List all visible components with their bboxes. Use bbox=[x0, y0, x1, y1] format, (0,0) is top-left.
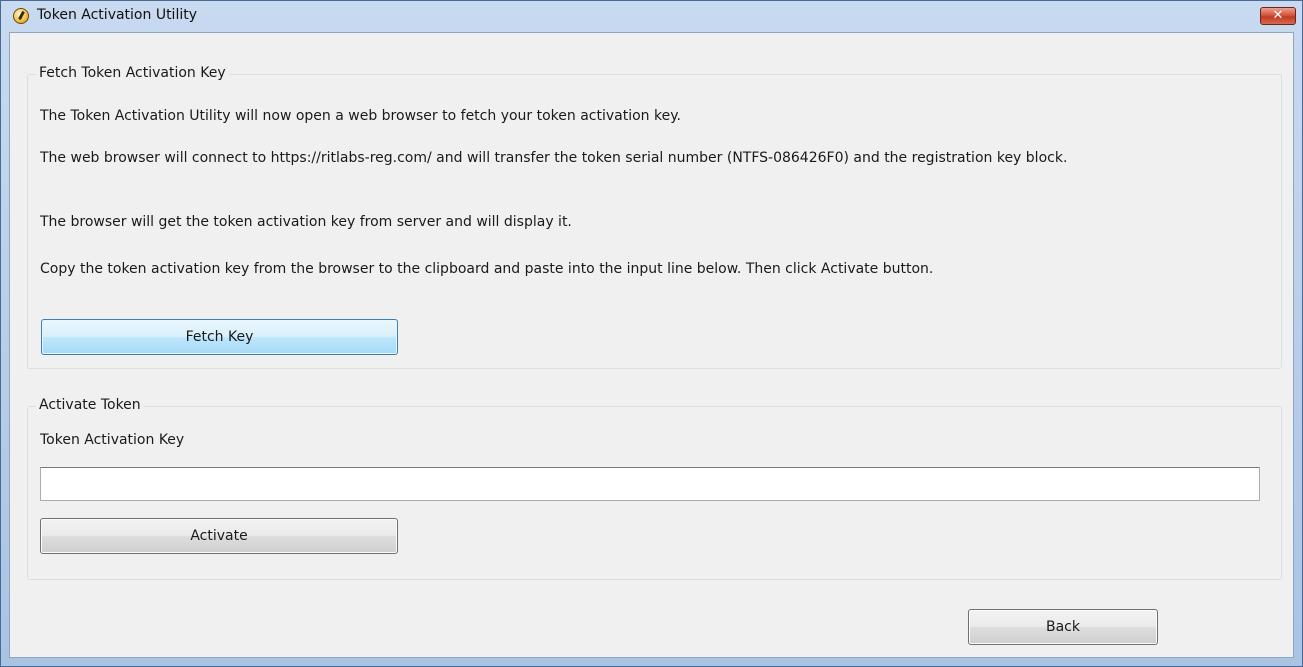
token-activation-key-input[interactable] bbox=[40, 467, 1260, 501]
token-activation-key-label: Token Activation Key bbox=[40, 432, 185, 448]
intro-paragraph: The Token Activation Utility will now op… bbox=[40, 108, 681, 124]
dialog-client-area: Fetch Token Activation Key The Token Act… bbox=[9, 32, 1294, 658]
back-button[interactable]: Back bbox=[968, 609, 1158, 645]
fetch-key-button[interactable]: Fetch Key bbox=[41, 319, 398, 355]
token-activation-window: Token Activation Utility ✕ Fetch Token A… bbox=[0, 0, 1303, 667]
activate-token-group: Activate Token Token Activation Key Acti… bbox=[27, 397, 1282, 580]
fetch-key-group-title: Fetch Token Activation Key bbox=[36, 65, 229, 81]
fetch-key-group: Fetch Token Activation Key The Token Act… bbox=[27, 65, 1282, 369]
display-paragraph: The browser will get the token activatio… bbox=[40, 214, 572, 230]
activate-button[interactable]: Activate bbox=[40, 518, 398, 554]
title-bar[interactable]: Token Activation Utility ✕ bbox=[1, 1, 1302, 32]
close-button[interactable]: ✕ bbox=[1260, 7, 1296, 25]
app-compass-icon bbox=[13, 8, 29, 24]
close-icon: ✕ bbox=[1272, 8, 1284, 23]
instructions-paragraph: Copy the token activation key from the b… bbox=[40, 261, 934, 277]
window-title: Token Activation Utility bbox=[37, 7, 198, 23]
connection-paragraph: The web browser will connect to https://… bbox=[40, 150, 1068, 166]
activate-token-group-title: Activate Token bbox=[36, 397, 144, 413]
